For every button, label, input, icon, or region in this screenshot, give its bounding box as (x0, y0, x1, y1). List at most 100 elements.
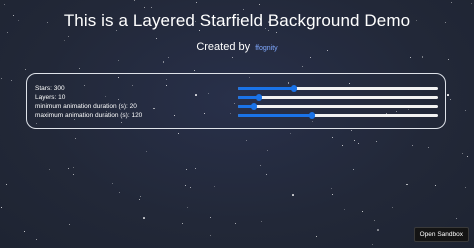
star-dot (411, 144, 413, 146)
layers-control: Layers: 10 (35, 93, 440, 102)
star-dot (6, 183, 7, 185)
star-dot (79, 67, 81, 69)
star-dot (435, 185, 437, 187)
layers-label: Layers: 10 (35, 94, 66, 101)
star-dot (209, 235, 211, 237)
star-dot (374, 220, 376, 222)
star-dot (447, 94, 450, 96)
slider-thumb[interactable] (256, 94, 262, 101)
star-dot (24, 68, 26, 70)
star-dot (406, 183, 408, 186)
open-sandbox-button[interactable]: Open Sandbox (413, 227, 469, 242)
star-dot (146, 151, 148, 153)
star-dot (261, 221, 263, 223)
star-dot (465, 109, 467, 111)
star-dot (447, 59, 449, 61)
star-dot (392, 207, 394, 209)
star-dot (358, 143, 360, 145)
star-dot (421, 56, 424, 58)
star-dot (184, 184, 186, 186)
star-dot (162, 60, 165, 63)
slider-fill (238, 87, 294, 90)
star-dot (195, 2, 197, 4)
min-duration-slider[interactable] (238, 103, 438, 110)
max-duration-label: maximum animation duration (s): 120 (35, 112, 143, 119)
star-dot (451, 1, 453, 3)
layers-slider[interactable] (238, 94, 438, 101)
star-dot (1, 207, 3, 209)
star-dot (23, 231, 25, 233)
star-dot (118, 59, 120, 61)
slider-thumb[interactable] (291, 85, 297, 92)
star-dot (410, 56, 412, 58)
star-dot (139, 199, 141, 201)
star-dot (143, 7, 145, 9)
slider-thumb[interactable] (309, 112, 315, 119)
credit-prefix: Created by (196, 41, 251, 53)
star-dot (330, 188, 332, 190)
star-dot (428, 147, 430, 149)
star-dot (182, 222, 184, 224)
star-dot (375, 140, 377, 142)
star-dot (259, 165, 261, 167)
min-duration-control: minimum animation duration (s): 20 (35, 102, 440, 111)
star-dot (232, 56, 234, 58)
star-dot (72, 166, 74, 168)
star-dot (11, 79, 13, 81)
star-dot (178, 132, 180, 134)
star-dot (209, 217, 211, 219)
star-dot (361, 211, 363, 213)
star-dot (133, 0, 135, 1)
slider-fill (238, 114, 312, 117)
star-dot (143, 217, 145, 219)
star-dot (3, 4, 5, 6)
min-duration-label: minimum animation duration (s): 20 (35, 103, 137, 110)
star-dot (214, 186, 216, 188)
star-dot (341, 144, 343, 146)
star-dot (259, 4, 261, 6)
star-dot (292, 194, 294, 196)
star-dot (371, 243, 373, 245)
star-dot (189, 186, 191, 188)
star-dot (49, 169, 51, 171)
star-dot (74, 137, 76, 139)
star-dot (111, 182, 113, 184)
star-dot (193, 69, 195, 71)
star-dot (67, 167, 69, 169)
star-dot (69, 223, 71, 225)
star-dot (118, 192, 120, 194)
star-dot (464, 187, 466, 189)
star-dot (276, 32, 278, 34)
star-dot (461, 153, 463, 155)
star-dot (301, 65, 303, 67)
star-dot (316, 236, 318, 238)
star-dot (67, 36, 69, 38)
credit-line: Created by ffognity (0, 41, 474, 53)
star-dot (235, 222, 237, 224)
star-dot (6, 31, 8, 33)
stars-slider[interactable] (238, 85, 438, 92)
star-dot (350, 129, 352, 131)
star-dot (151, 7, 152, 9)
stars-label: Stars: 300 (35, 85, 65, 92)
star-dot (194, 167, 196, 169)
star-dot (450, 99, 452, 101)
star-dot (187, 206, 189, 208)
star-dot (139, 196, 141, 198)
star-dot (289, 132, 291, 134)
star-dot (72, 173, 74, 175)
star-dot (456, 217, 458, 219)
star-dot (155, 37, 157, 39)
star-dot (310, 57, 312, 59)
star-dot (0, 77, 3, 80)
star-dot (185, 168, 187, 170)
star-dot (467, 156, 469, 158)
star-dot (471, 3, 473, 5)
author-link[interactable]: ffognity (255, 45, 277, 52)
slider-thumb[interactable] (251, 103, 257, 110)
star-dot (35, 239, 37, 241)
max-duration-slider[interactable] (238, 112, 438, 119)
max-duration-control: maximum animation duration (s): 120 (35, 111, 440, 120)
star-dot (352, 168, 354, 170)
star-dot (242, 8, 245, 11)
